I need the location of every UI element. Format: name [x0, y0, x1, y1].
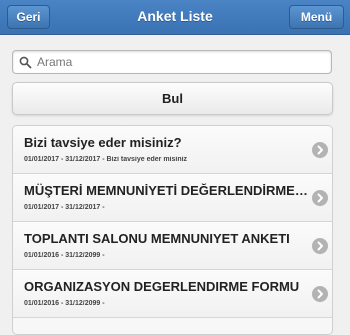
- back-button[interactable]: Geri: [7, 5, 50, 29]
- list-item[interactable]: ORGANIZASYON DEGERLENDIRME FORMU 01/01/2…: [13, 270, 332, 318]
- survey-title: Bizi tavsiye eder misiniz?: [24, 135, 182, 150]
- survey-title: TOPLANTI SALONU MEMNUNIYET ANKETI: [24, 231, 290, 246]
- list-item[interactable]: TOPLANTI SALONU MEMNUNIYET ANKETI 01/01/…: [13, 222, 332, 270]
- chevron-right-icon[interactable]: [312, 238, 328, 254]
- chevron-right-icon[interactable]: [312, 190, 328, 206]
- search-icon: [19, 56, 32, 69]
- survey-date-range: 01/01/2017 - 31/12/2017 - Bizi tavsiye e…: [24, 156, 188, 163]
- survey-date-range: 01/01/2016 - 31/12/2099 -: [24, 300, 105, 307]
- list-item[interactable]: Bizi tavsiye eder misiniz? 01/01/2017 - …: [13, 126, 332, 174]
- survey-list: Bizi tavsiye eder misiniz? 01/01/2017 - …: [12, 125, 333, 335]
- survey-title: ORGANIZASYON DEGERLENDIRME FORMU: [24, 279, 300, 294]
- survey-title: MÜŞTERİ MEMNUNİYETİ DEĞERLENDİRME ANKETİ: [24, 183, 310, 198]
- find-button[interactable]: Bul: [12, 82, 333, 115]
- list-item[interactable]: MÜŞTERİ MEMNUNİYETİ DEĞERLENDİRME ANKETİ…: [13, 174, 332, 222]
- chevron-right-icon[interactable]: [312, 142, 328, 158]
- survey-date-range: 01/01/2016 - 31/12/2099 -: [24, 252, 105, 259]
- survey-date-range: 01/01/2017 - 31/12/2017 -: [24, 204, 105, 211]
- chevron-right-icon[interactable]: [312, 286, 328, 302]
- search-box[interactable]: [12, 50, 332, 74]
- header-bar: Geri Anket Liste Menü: [0, 0, 350, 35]
- menu-button[interactable]: Menü: [289, 5, 344, 29]
- search-input[interactable]: [37, 53, 327, 71]
- page-title: Anket Liste: [137, 8, 213, 24]
